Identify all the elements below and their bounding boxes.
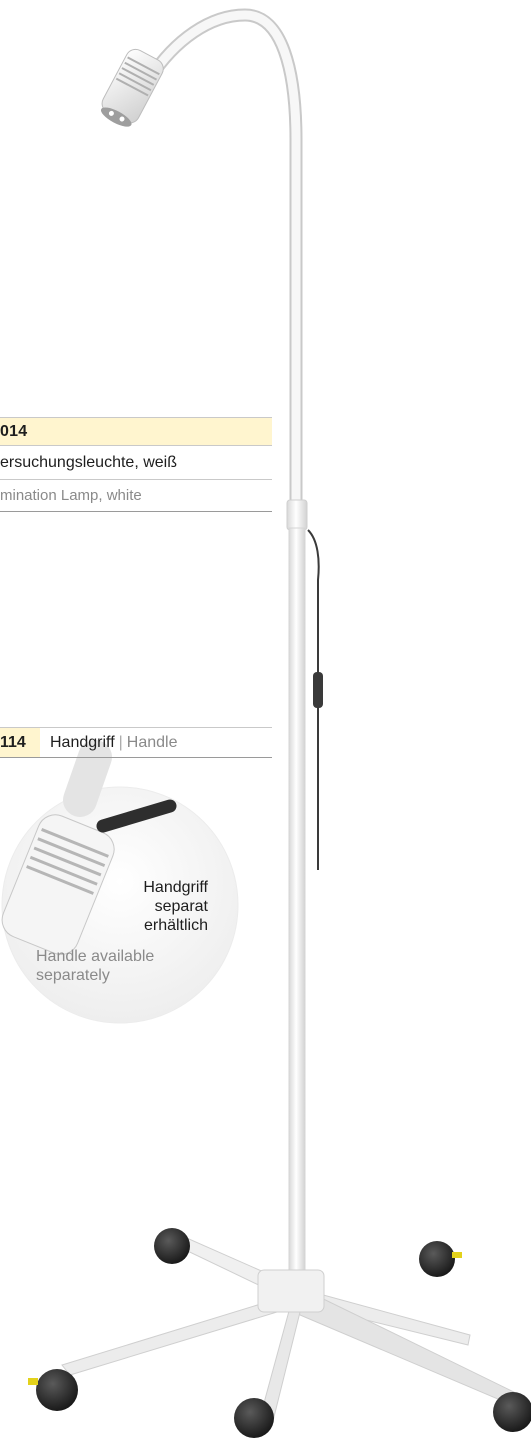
- pole-joint: [286, 499, 308, 531]
- handle-article-number: 114: [0, 733, 26, 751]
- handle-info-table: 114 Handgriff | Handle: [0, 727, 272, 758]
- lamp-name-en-row: mination Lamp, white: [0, 480, 272, 512]
- lamp-head: [100, 48, 164, 127]
- lamp-article-number-row: 014: [0, 417, 272, 446]
- lamp-info-table: 014 ersuchungsleuchte, weiß mination Lam…: [0, 417, 272, 512]
- power-cable: [307, 529, 323, 870]
- brake-icon: [452, 1252, 462, 1258]
- wheel-icon: [419, 1241, 455, 1277]
- handle-name-de: Handgriff: [50, 733, 115, 751]
- callout-text-de: Handgriff separat erhältlich: [143, 879, 208, 934]
- handle-article-number-cell: 114: [0, 728, 40, 757]
- wheel-icon: [234, 1398, 274, 1438]
- wheel-icon: [36, 1369, 78, 1411]
- lamp-name-de-row: ersuchungsleuchte, weiß: [0, 446, 272, 480]
- cable-switch-icon: [313, 672, 323, 708]
- wheel-icon: [154, 1228, 190, 1264]
- lamp-name-en: mination Lamp, white: [0, 487, 142, 504]
- examination-lamp-illustration: [1, 8, 531, 1438]
- handle-name-en: Handle: [126, 733, 178, 751]
- lamp-article-number: 014: [0, 422, 28, 440]
- lamp-name-de: ersuchungsleuchte, weiß: [0, 453, 177, 471]
- handle-names: Handgriff | Handle: [40, 728, 178, 757]
- pole: [288, 527, 306, 1299]
- brake-icon: [28, 1378, 38, 1385]
- name-separator: |: [118, 733, 123, 751]
- callout-text-en: Handle available separately: [36, 948, 155, 984]
